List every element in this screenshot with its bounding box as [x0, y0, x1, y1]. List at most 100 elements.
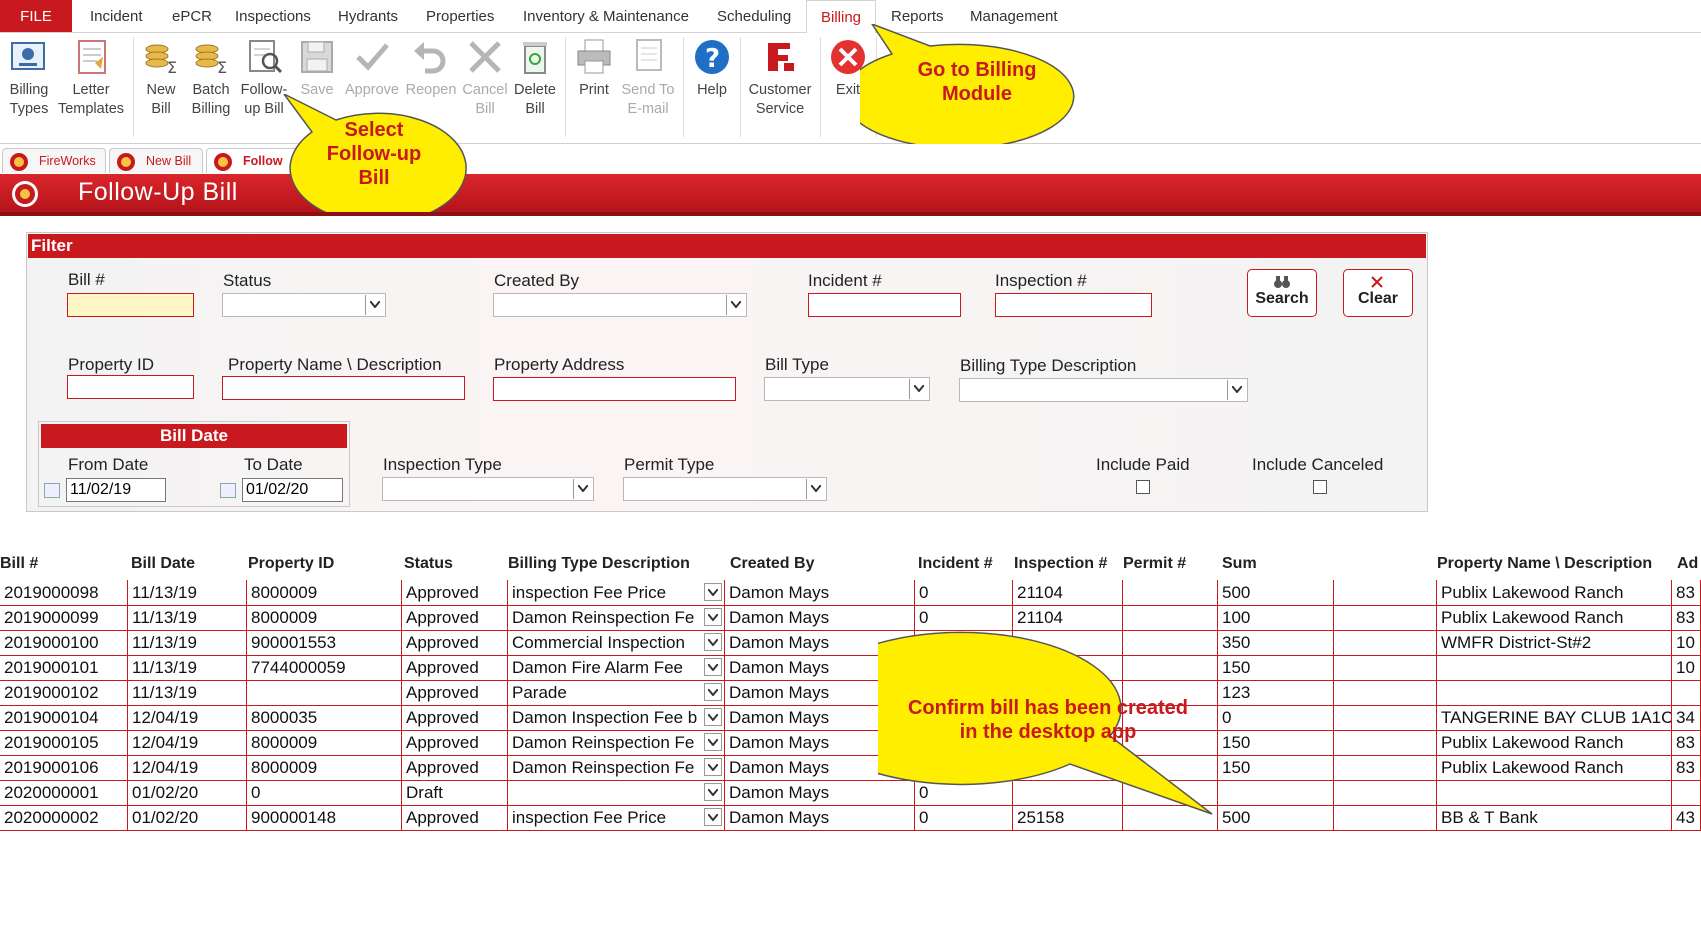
table-cell[interactable]: 11/13/19	[128, 655, 247, 680]
table-cell[interactable]: Publix Lakewood Ranch	[1437, 580, 1672, 605]
chevron-down-icon[interactable]	[704, 683, 722, 701]
menu-file[interactable]: FILE	[0, 0, 72, 32]
customer-service-button[interactable]: Customer Service	[744, 37, 816, 137]
column-header[interactable]: Sum	[1222, 555, 1257, 573]
table-cell[interactable]: 0	[915, 580, 1013, 605]
letter-templates-button[interactable]: Letter Templates	[55, 37, 127, 137]
new-bill-button[interactable]: Σ New Bill	[139, 37, 183, 137]
table-cell[interactable]	[1123, 580, 1218, 605]
delete-bill-button[interactable]: Delete Bill	[510, 37, 560, 137]
table-cell[interactable]: TANGERINE BAY CLUB 1A1C	[1437, 705, 1672, 730]
table-cell[interactable]: 150	[1218, 730, 1334, 755]
table-cell[interactable]	[1437, 680, 1672, 705]
column-header[interactable]: Incident #	[918, 555, 993, 573]
table-cell[interactable]: Approved	[402, 580, 508, 605]
table-cell[interactable]: 11/13/19	[128, 605, 247, 630]
table-cell[interactable]	[1334, 705, 1437, 730]
send-email-button[interactable]: Send To E-mail	[618, 37, 678, 137]
include-paid-checkbox[interactable]	[1136, 480, 1150, 494]
created-by-dropdown[interactable]	[493, 293, 747, 317]
table-cell[interactable]: Publix Lakewood Ranch	[1437, 755, 1672, 780]
table-cell[interactable]	[1218, 780, 1334, 805]
table-cell[interactable]: 34	[1672, 705, 1701, 730]
table-cell[interactable]: 43	[1672, 805, 1701, 830]
table-cell[interactable]: Approved	[402, 730, 508, 755]
column-header[interactable]: Property Name \ Description	[1437, 555, 1652, 573]
table-cell[interactable]: Approved	[402, 705, 508, 730]
calendar-icon[interactable]	[220, 483, 236, 498]
table-cell[interactable]: 2019000102	[0, 680, 128, 705]
menu-epcr[interactable]: ePCR	[172, 0, 212, 32]
table-cell[interactable]: Damon Reinspection Fe	[508, 730, 725, 755]
table-cell[interactable]: 2020000002	[0, 805, 128, 830]
column-header[interactable]: Ad	[1677, 555, 1698, 573]
table-cell[interactable]: 123	[1218, 680, 1334, 705]
column-header[interactable]: Billing Type Description	[508, 555, 690, 573]
table-cell[interactable]: 83	[1672, 755, 1701, 780]
table-cell[interactable]: inspection Fee Price	[508, 805, 725, 830]
table-cell[interactable]: Commercial Inspection	[508, 630, 725, 655]
menu-scheduling[interactable]: Scheduling	[717, 0, 791, 32]
column-header[interactable]: Bill Date	[131, 555, 195, 573]
table-cell[interactable]: Approved	[402, 680, 508, 705]
property-name-input[interactable]	[222, 376, 465, 400]
table-cell[interactable]	[1334, 580, 1437, 605]
table-cell[interactable]: inspection Fee Price	[508, 580, 725, 605]
column-header[interactable]: Inspection #	[1014, 555, 1107, 573]
table-cell[interactable]: 7744000059	[247, 655, 402, 680]
table-cell[interactable]	[508, 780, 725, 805]
table-row[interactable]: 2020000001 01/02/20 0 Draft Damon Mays 0	[0, 780, 1701, 806]
table-cell[interactable]	[1334, 730, 1437, 755]
table-cell[interactable]: Approved	[402, 655, 508, 680]
table-cell[interactable]: Damon Inspection Fee b	[508, 705, 725, 730]
table-cell[interactable]: 8000009	[247, 755, 402, 780]
table-row[interactable]: 2019000106 12/04/19 8000009 Approved Damon R…	[0, 755, 1701, 781]
table-cell[interactable]: 500	[1218, 805, 1334, 830]
table-cell[interactable]: 2019000101	[0, 655, 128, 680]
inspection-type-dropdown[interactable]	[382, 477, 594, 501]
table-cell[interactable]	[1334, 755, 1437, 780]
table-cell[interactable]: 11/13/19	[128, 680, 247, 705]
table-cell[interactable]: 350	[1218, 630, 1334, 655]
chevron-down-icon[interactable]	[704, 583, 722, 601]
from-date-input[interactable]	[66, 478, 166, 502]
table-cell[interactable]: 2020000001	[0, 780, 128, 805]
table-cell[interactable]	[1334, 805, 1437, 830]
table-cell[interactable]: 0	[1218, 705, 1334, 730]
table-cell[interactable]: Approved	[402, 755, 508, 780]
table-cell[interactable]	[1334, 680, 1437, 705]
table-cell[interactable]: 83	[1672, 580, 1701, 605]
table-cell[interactable]: 500	[1218, 580, 1334, 605]
table-row[interactable]: 2019000099 11/13/19 8000009 Approved Damon R…	[0, 605, 1701, 631]
table-cell[interactable]: 12/04/19	[128, 755, 247, 780]
table-cell[interactable]: Damon Reinspection Fe	[508, 605, 725, 630]
table-row[interactable]: 2019000104 12/04/19 8000035 Approved Damon I…	[0, 705, 1701, 731]
table-cell[interactable]: 83	[1672, 730, 1701, 755]
table-cell[interactable]: 2019000105	[0, 730, 128, 755]
status-dropdown[interactable]	[222, 293, 386, 317]
table-cell[interactable]: 21104	[1013, 580, 1123, 605]
table-cell[interactable]: 8000009	[247, 605, 402, 630]
table-cell[interactable]: 12/04/19	[128, 730, 247, 755]
chevron-down-icon[interactable]	[704, 608, 722, 626]
table-cell[interactable]: 11/13/19	[128, 630, 247, 655]
table-cell[interactable]: 01/02/20	[128, 780, 247, 805]
to-date-input[interactable]	[242, 478, 343, 502]
table-cell[interactable]	[1334, 780, 1437, 805]
clear-button[interactable]: Clear	[1343, 269, 1413, 317]
property-address-input[interactable]	[493, 377, 736, 401]
table-cell[interactable]: 900001553	[247, 630, 402, 655]
table-cell[interactable]	[247, 680, 402, 705]
table-row[interactable]: 2019000102 11/13/19 Approved Parade Damon Ma…	[0, 680, 1701, 706]
table-cell[interactable]	[1672, 680, 1701, 705]
table-row[interactable]: 2019000100 11/13/19 900001553 Approved Comme…	[0, 630, 1701, 656]
menu-inventory[interactable]: Inventory & Maintenance	[523, 0, 689, 32]
table-cell[interactable]: Damon Mays	[725, 580, 915, 605]
chevron-down-icon[interactable]	[704, 633, 722, 651]
table-cell[interactable]: Approved	[402, 630, 508, 655]
table-cell[interactable]: Publix Lakewood Ranch	[1437, 605, 1672, 630]
table-row[interactable]: 2019000101 11/13/19 7744000059 Approved Damo…	[0, 655, 1701, 681]
permit-type-dropdown[interactable]	[623, 477, 827, 501]
table-cell[interactable]: 2019000106	[0, 755, 128, 780]
table-cell[interactable]: 2019000100	[0, 630, 128, 655]
